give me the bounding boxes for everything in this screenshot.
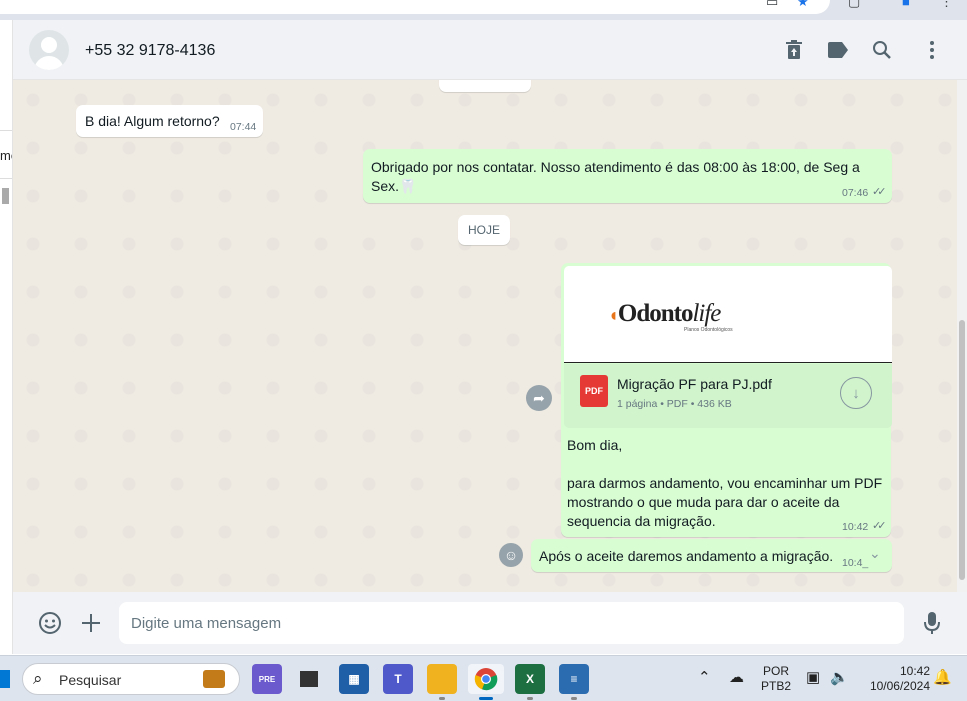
volume-icon[interactable]: 🔈 <box>830 668 849 686</box>
copilot-icon[interactable]: PRE <box>252 664 282 694</box>
chevron-up-icon[interactable]: ⌃ <box>698 668 711 686</box>
chat-list-fragment: me <box>0 148 12 163</box>
odontolife-logo: ◖Odontolife <box>608 300 721 328</box>
language-code: POR <box>762 664 789 678</box>
read-ticks-icon: ✓✓ <box>872 520 887 532</box>
forward-icon[interactable]: ➦ <box>526 385 552 411</box>
search-icon: ⌕ <box>33 669 43 688</box>
logo-mark-icon: ◖ <box>608 305 619 325</box>
message-text: Obrigado por nos contatar. Nosso atendim… <box>371 159 860 194</box>
browser-toolbar-strip: ▭ ★ ▢ ■ ⋮ <box>0 0 967 20</box>
running-indicator <box>527 697 533 700</box>
message-bubble-incoming[interactable]: B dia! Algum retorno? 07:44 <box>76 105 263 137</box>
message-time: 07:44 <box>230 121 257 133</box>
document-preview[interactable]: ◖Odontolife Planos Odontológicos <box>564 266 892 363</box>
clock-date: 10/06/2024 <box>869 679 930 693</box>
trash-icon[interactable] <box>782 38 806 62</box>
browser-menu-icon[interactable]: ⋮ <box>940 0 956 9</box>
avatar-head <box>41 37 57 53</box>
clock-time: 10:42 <box>899 664 930 678</box>
scrollbar-thumb[interactable] <box>959 320 965 580</box>
message-text: B dia! Algum retorno? <box>85 113 220 129</box>
conversation-scrollbar[interactable] <box>957 80 967 592</box>
composer <box>13 592 967 654</box>
onedrive-icon[interactable]: ☁ <box>729 668 744 686</box>
contact-name[interactable]: +55 32 9178-4136 <box>85 42 215 60</box>
search-icon[interactable] <box>870 38 894 62</box>
task-view-icon[interactable] <box>294 664 324 694</box>
screen: ▭ ★ ▢ ■ ⋮ me +55 32 9178-4136 <box>0 0 967 701</box>
chat-header: +55 32 9178-4136 <box>13 20 967 80</box>
running-indicator <box>571 697 577 700</box>
active-indicator <box>479 697 493 700</box>
keyboard-layout: PTB2 <box>760 679 791 693</box>
address-bar-edge <box>0 0 830 14</box>
divider <box>0 178 12 179</box>
logo-text: Odonto <box>617 300 694 327</box>
chevron-down-icon[interactable]: ⌄ <box>869 545 881 562</box>
logo-text-life: life <box>692 300 721 327</box>
taskbar-search-placeholder: Pesquisar <box>59 672 122 688</box>
running-indicator <box>439 697 445 700</box>
file-explorer-icon[interactable] <box>427 664 457 694</box>
document-caption: Bom dia, para darmos andamento, vou enca… <box>567 437 883 529</box>
menu-icon[interactable] <box>920 38 944 62</box>
bookmark-star-icon[interactable]: ★ <box>797 0 813 9</box>
windows-taskbar: ⌕ Pesquisar PRE ▦ T X ≡ ⌃ ☁ POR PTB2 ▣ 🔈… <box>0 655 967 701</box>
briefcase-icon <box>203 670 225 688</box>
tab-icon[interactable]: ▢ <box>848 0 864 9</box>
plus-icon[interactable] <box>78 610 104 636</box>
message-time: 10:42 <box>842 521 869 533</box>
start-button[interactable] <box>0 670 10 688</box>
message-time: 10:4_ <box>842 557 869 569</box>
read-ticks-icon: ✓✓ <box>872 186 887 198</box>
document-message[interactable]: ◖Odontolife Planos Odontológicos PDF Mig… <box>561 263 892 537</box>
store-icon[interactable]: ▦ <box>339 664 369 694</box>
day-separator: HOJE <box>458 215 510 245</box>
teams-icon[interactable]: T <box>383 664 413 694</box>
avatar[interactable] <box>29 30 69 70</box>
label-icon[interactable] <box>826 38 850 62</box>
emoji-icon[interactable] <box>37 610 63 636</box>
network-icon[interactable]: ▣ <box>806 668 820 686</box>
chat-list-panel: me <box>0 20 13 654</box>
taskbar-search[interactable]: ⌕ Pesquisar <box>22 663 240 695</box>
pdf-file-icon: PDF <box>580 375 608 407</box>
mic-icon[interactable] <box>919 610 945 636</box>
notepad-icon[interactable]: ≡ <box>559 664 589 694</box>
logo-subtitle: Planos Odontológicos <box>684 327 733 333</box>
file-attachment[interactable]: PDF Migração PF para PJ.pdf 1 página • P… <box>564 364 892 428</box>
react-emoji-icon[interactable]: ☺ <box>499 543 523 567</box>
message-time: 07:46 <box>842 187 869 199</box>
notification-bell-icon[interactable]: 🔔 <box>933 668 952 686</box>
input-language[interactable]: POR PTB2 <box>758 664 794 694</box>
chat-list-scrollbar[interactable] <box>2 188 9 204</box>
avatar-body <box>34 56 64 70</box>
profile-icon[interactable]: ■ <box>902 0 918 9</box>
message-bubble-outgoing[interactable]: Obrigado por nos contatar. Nosso atendim… <box>363 149 892 203</box>
message-text: Após o aceite daremos andamento a migraç… <box>539 548 834 564</box>
message-bubble-partial <box>439 80 531 92</box>
chrome-icon[interactable] <box>468 664 504 694</box>
clock[interactable]: 10:42 10/06/2024 <box>858 664 930 694</box>
download-icon[interactable]: ↓ <box>840 377 872 409</box>
excel-icon[interactable]: X <box>515 664 545 694</box>
message-bubble-outgoing[interactable]: Após o aceite daremos andamento a migraç… <box>531 539 892 572</box>
file-meta: 1 página • PDF • 436 KB <box>617 398 732 410</box>
cast-icon[interactable]: ▭ <box>766 0 782 9</box>
message-input[interactable] <box>119 602 904 644</box>
conversation-panel: B dia! Algum retorno? 07:44 Obrigado por… <box>13 80 957 592</box>
divider <box>0 130 12 131</box>
file-name: Migração PF para PJ.pdf <box>617 376 772 392</box>
